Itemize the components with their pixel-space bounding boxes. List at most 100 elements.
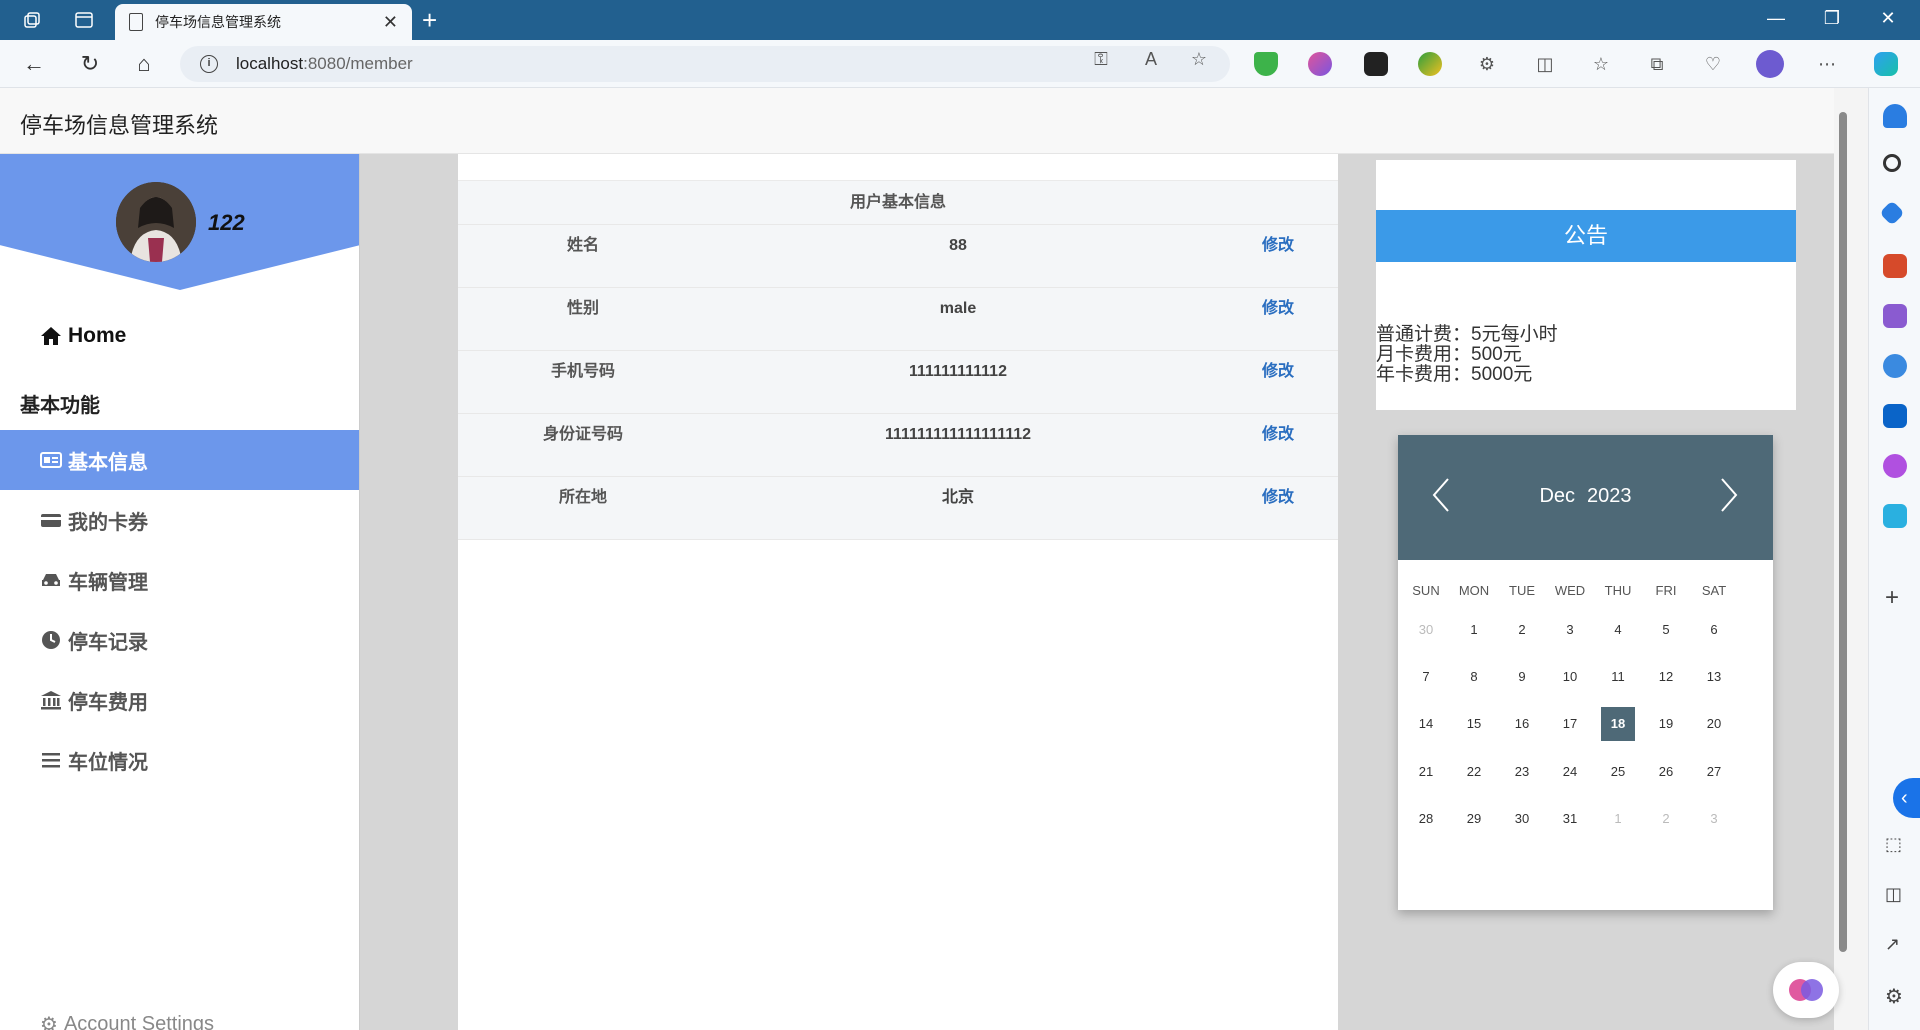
- calendar-day[interactable]: 29: [1457, 802, 1491, 836]
- calendar-day[interactable]: 22: [1457, 755, 1491, 789]
- calendar-day[interactable]: 14: [1409, 707, 1443, 741]
- calendar-day[interactable]: 15: [1457, 707, 1491, 741]
- external-link-icon[interactable]: ↗: [1885, 934, 1900, 955]
- calendar-day[interactable]: 4: [1601, 613, 1635, 647]
- calendar-day[interactable]: 13: [1697, 660, 1731, 694]
- new-tab-button[interactable]: +: [422, 6, 437, 34]
- copilot-sidebar-icon[interactable]: [1883, 354, 1907, 378]
- games-icon[interactable]: [1883, 304, 1907, 328]
- favorites-icon[interactable]: ☆: [1590, 53, 1612, 75]
- scrollbar-thumb[interactable]: [1839, 112, 1847, 952]
- notice-line: 年卡费用：5000元: [1376, 364, 1533, 385]
- sidebar-item-space-status[interactable]: 车位情况: [0, 730, 359, 790]
- calendar-day[interactable]: 12: [1649, 660, 1683, 694]
- sidebar-item-vehicles[interactable]: 车辆管理: [0, 550, 359, 610]
- calendar-day[interactable]: 16: [1505, 707, 1539, 741]
- favorite-star-icon[interactable]: ☆: [1188, 48, 1210, 70]
- close-window-icon[interactable]: ✕: [1876, 8, 1900, 29]
- calendar-day[interactable]: 27: [1697, 755, 1731, 789]
- calendar-day[interactable]: 6: [1697, 613, 1731, 647]
- row-value: 111111111111111112: [884, 426, 1032, 443]
- calendar-day[interactable]: 30: [1505, 802, 1539, 836]
- edit-gender-link[interactable]: 修改: [1248, 288, 1308, 330]
- more-menu-icon[interactable]: ⋯: [1816, 53, 1838, 75]
- ai-extension-icon[interactable]: [1364, 52, 1388, 76]
- sidebar-item-parking-fees[interactable]: 停车费用: [0, 670, 359, 730]
- sidebar-item-parking-records[interactable]: 停车记录: [0, 610, 359, 670]
- split-screen-icon[interactable]: ◫: [1534, 53, 1556, 75]
- calendar-day[interactable]: 24: [1553, 755, 1587, 789]
- calendar-day[interactable]: 10: [1553, 660, 1587, 694]
- settings-icon[interactable]: ⚙: [1885, 984, 1903, 1009]
- url-field[interactable]: i localhost:8080/member: [180, 46, 1230, 82]
- collections-icon[interactable]: ⧉: [1646, 53, 1668, 75]
- restore-icon[interactable]: ❐: [1820, 8, 1844, 29]
- key-icon[interactable]: ⚿: [1090, 48, 1112, 70]
- calendar-day[interactable]: 2: [1505, 613, 1539, 647]
- calendar-day[interactable]: 2: [1649, 802, 1683, 836]
- calendar-day[interactable]: 9: [1505, 660, 1539, 694]
- avatar[interactable]: [116, 182, 196, 262]
- close-tab-icon[interactable]: ✕: [383, 12, 398, 33]
- edit-phone-link[interactable]: 修改: [1248, 351, 1308, 393]
- calendar-day[interactable]: 25: [1601, 755, 1635, 789]
- edit-id-number-link[interactable]: 修改: [1248, 414, 1308, 456]
- health-icon[interactable]: ♡: [1702, 53, 1724, 75]
- floating-assistant-button[interactable]: [1773, 962, 1839, 1018]
- calendar-day[interactable]: 19: [1649, 707, 1683, 741]
- edit-location-link[interactable]: 修改: [1248, 477, 1308, 519]
- extensions-icon[interactable]: ⚙: [1476, 53, 1498, 75]
- map-extension-icon[interactable]: [1418, 52, 1442, 76]
- calendar-day[interactable]: 11: [1601, 660, 1635, 694]
- calendar-day[interactable]: 7: [1409, 660, 1443, 694]
- bell-icon[interactable]: [1883, 104, 1907, 128]
- calendar-day[interactable]: 3: [1553, 613, 1587, 647]
- screenshot-icon[interactable]: ⬚: [1885, 834, 1902, 855]
- calendar-day[interactable]: 30: [1409, 613, 1443, 647]
- calendar-day[interactable]: 23: [1505, 755, 1539, 789]
- brain-extension-icon[interactable]: [1308, 52, 1332, 76]
- sidebar-layout-icon[interactable]: ◫: [1885, 884, 1902, 905]
- calendar-day[interactable]: 17: [1553, 707, 1587, 741]
- sidebar-item-my-cards[interactable]: 我的卡券: [0, 490, 359, 550]
- search-icon[interactable]: [1883, 154, 1901, 172]
- calendar-day[interactable]: 3: [1697, 802, 1731, 836]
- calendar-day[interactable]: 28: [1409, 802, 1443, 836]
- calendar-day[interactable]: 20: [1697, 707, 1731, 741]
- minimize-icon[interactable]: —: [1764, 8, 1788, 29]
- weekday-label: SUN: [1412, 583, 1440, 598]
- outlook-icon[interactable]: [1883, 404, 1907, 428]
- calendar-day[interactable]: 8: [1457, 660, 1491, 694]
- calendar-day[interactable]: 26: [1649, 755, 1683, 789]
- profile-avatar[interactable]: [1756, 50, 1784, 78]
- shield-extension-icon[interactable]: [1254, 52, 1278, 76]
- calendar-day[interactable]: 1: [1457, 613, 1491, 647]
- browser-tab[interactable]: 停车场信息管理系统 ✕: [115, 4, 412, 40]
- calendar-day[interactable]: 18: [1601, 707, 1635, 741]
- site-info-icon[interactable]: i: [200, 55, 218, 73]
- tab-actions-icon[interactable]: [72, 8, 96, 32]
- add-icon[interactable]: +: [1885, 584, 1899, 612]
- home-link[interactable]: Home: [40, 324, 126, 348]
- calendar-day[interactable]: 21: [1409, 755, 1443, 789]
- row-value: 111111111112: [909, 363, 1007, 380]
- back-icon[interactable]: ←: [20, 50, 48, 78]
- calendar-day[interactable]: 5: [1649, 613, 1683, 647]
- refresh-icon[interactable]: ↻: [76, 50, 104, 78]
- read-aloud-icon[interactable]: A: [1140, 48, 1162, 70]
- calendar-day[interactable]: 31: [1553, 802, 1587, 836]
- sidebar-item-basic-info[interactable]: 基本信息: [0, 430, 359, 490]
- copilot-icon[interactable]: [1874, 52, 1898, 76]
- calendar-day[interactable]: 1: [1601, 802, 1635, 836]
- toolbox-icon[interactable]: [1883, 254, 1907, 278]
- edit-name-link[interactable]: 修改: [1248, 225, 1308, 267]
- send-icon[interactable]: [1883, 504, 1907, 528]
- account-settings-link[interactable]: ⚙ Account Settings: [40, 1012, 214, 1030]
- workspaces-icon[interactable]: [20, 8, 44, 32]
- notice-panel: 公告 普通计费：5元每小时 月卡费用：500元 年卡费用：5000元: [1376, 160, 1796, 410]
- tag-icon[interactable]: [1879, 200, 1905, 226]
- designer-icon[interactable]: [1883, 454, 1907, 478]
- next-month-icon[interactable]: [1718, 475, 1740, 522]
- home-icon[interactable]: ⌂: [130, 50, 158, 78]
- notice-line: 月卡费用：500元: [1376, 344, 1522, 365]
